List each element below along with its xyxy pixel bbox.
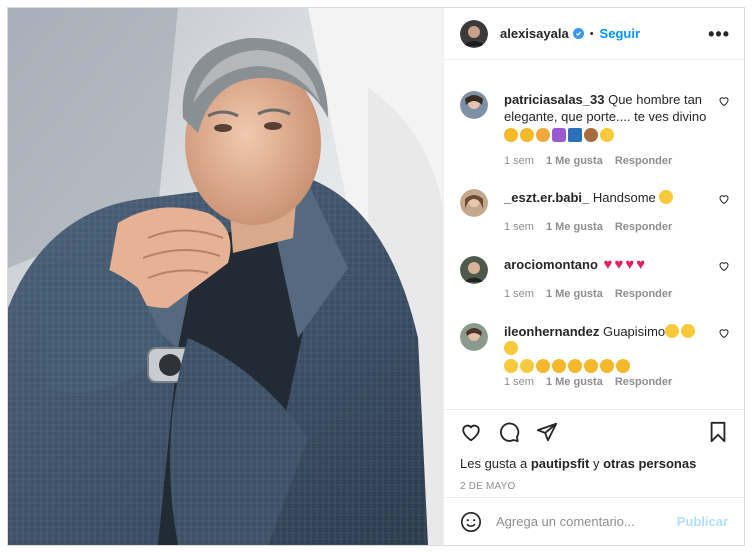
comment-meta: 1 sem 1 Me gusta Responder — [504, 376, 672, 388]
comment-meta: 1 sem 1 Me gusta Responder — [504, 288, 672, 300]
comment-time: 1 sem — [504, 376, 534, 388]
comment-likes[interactable]: 1 Me gusta — [546, 221, 603, 233]
follow-button[interactable]: Seguir — [600, 26, 640, 41]
purple-heart-emoji — [552, 128, 566, 142]
comment-item: _eszt.er.babi_ Handsome 1 sem 1 Me gusta… — [460, 189, 732, 239]
comment-time: 1 sem — [504, 288, 534, 300]
comment-text: _eszt.er.babi_ Handsome — [504, 189, 708, 206]
heart-eyes-emoji — [659, 190, 674, 204]
emoji-icon[interactable] — [460, 511, 482, 533]
flag-emoji — [568, 128, 582, 142]
post-date[interactable]: 2 DE MAYO — [460, 481, 728, 492]
comments-list[interactable]: patriciasalas_33 Que hombre tan elegante… — [444, 61, 744, 408]
like-comment-icon[interactable] — [718, 95, 730, 107]
comment-input[interactable] — [496, 514, 677, 529]
likes-prefix: Les gusta a — [460, 456, 528, 471]
clap-emoji — [504, 128, 518, 142]
comment-likes[interactable]: 1 Me gusta — [546, 376, 603, 388]
clap-emoji — [536, 359, 550, 373]
like-comment-icon[interactable] — [718, 193, 730, 205]
comment-item: arociomontano ♥♥♥♥ 1 sem 1 Me gusta Resp… — [460, 256, 732, 306]
raised-hands-emoji — [536, 128, 550, 142]
comment-item: patriciasalas_33 Que hombre tan elegante… — [460, 91, 732, 171]
comment-emojis — [504, 358, 708, 375]
reply-button[interactable]: Responder — [615, 221, 672, 233]
clap-emoji — [552, 359, 566, 373]
commenter-avatar[interactable] — [460, 323, 488, 351]
comment-meta: 1 sem 1 Me gusta Responder — [504, 155, 672, 167]
heart-icon[interactable] — [460, 421, 482, 443]
comment-username[interactable]: ileonhernandez — [504, 324, 599, 339]
liker-username[interactable]: pautipsfit — [531, 456, 590, 471]
header-separator: • — [589, 27, 594, 40]
clap-emoji — [520, 128, 534, 142]
comment-likes[interactable]: 1 Me gusta — [546, 155, 603, 167]
hushed-emoji — [600, 128, 614, 142]
comment-time: 1 sem — [504, 221, 534, 233]
likes-conjunction: y — [592, 456, 600, 471]
share-icon[interactable] — [536, 421, 558, 443]
clap-emoji — [584, 359, 598, 373]
comment-icon[interactable] — [498, 421, 520, 443]
comment-emojis — [504, 127, 708, 144]
comment-text: arociomontano ♥♥♥♥ — [504, 256, 708, 273]
clap-emoji — [600, 359, 614, 373]
add-comment-bar: Publicar — [444, 497, 744, 545]
comment-likes[interactable]: 1 Me gusta — [546, 288, 603, 300]
clap-emoji — [616, 359, 630, 373]
reply-button[interactable]: Responder — [615, 155, 672, 167]
more-icon[interactable]: ••• — [708, 25, 730, 43]
post-modal: alexisayala • Seguir ••• patriciasalas_3… — [7, 7, 745, 546]
commenter-avatar[interactable] — [460, 256, 488, 284]
red-hearts-emoji: ♥♥♥♥ — [603, 256, 648, 273]
likes-summary: Les gusta a pautipsfit y otras personas — [460, 456, 728, 471]
publish-button[interactable]: Publicar — [677, 514, 728, 529]
comment-time: 1 sem — [504, 155, 534, 167]
commenter-avatar[interactable] — [460, 189, 488, 217]
other-likers-link[interactable]: otras personas — [603, 456, 696, 471]
heart-eyes-emoji — [504, 359, 518, 373]
heart-eyes-emoji — [520, 359, 534, 373]
comment-content: Guapisimo — [602, 324, 666, 339]
like-comment-icon[interactable] — [718, 260, 730, 272]
post-photo[interactable] — [8, 8, 443, 545]
comment-text: ileonhernandez Guapisimo — [504, 323, 708, 375]
comment-content: Handsome — [592, 190, 656, 205]
commenter-avatar[interactable] — [460, 91, 488, 119]
bookmark-icon[interactable] — [708, 421, 728, 443]
heart-eyes-emoji — [665, 324, 680, 338]
like-comment-icon[interactable] — [718, 327, 730, 339]
heart-eyes-emoji — [681, 324, 696, 338]
comment-username[interactable]: arociomontano — [504, 257, 598, 272]
post-actions: Les gusta a pautipsfit y otras personas … — [444, 409, 744, 492]
post-details-panel: alexisayala • Seguir ••• patriciasalas_3… — [443, 8, 744, 545]
action-bar — [460, 410, 728, 454]
heart-eyes-emoji — [504, 341, 518, 355]
comment-meta: 1 sem 1 Me gusta Responder — [504, 221, 672, 233]
clap-emoji — [568, 359, 582, 373]
author-username[interactable]: alexisayala — [500, 26, 569, 41]
comment-username[interactable]: patriciasalas_33 — [504, 92, 604, 107]
comment-username[interactable]: _eszt.er.babi_ — [504, 190, 589, 205]
comment-text: patriciasalas_33 Que hombre tan elegante… — [504, 91, 708, 144]
see-no-evil-emoji — [584, 128, 598, 142]
author-avatar[interactable] — [460, 19, 488, 48]
verified-icon — [572, 28, 584, 39]
reply-button[interactable]: Responder — [615, 376, 672, 388]
post-header: alexisayala • Seguir ••• — [444, 8, 744, 60]
reply-button[interactable]: Responder — [615, 288, 672, 300]
comment-item: ileonhernandez Guapisimo 1 sem 1 Me gust… — [460, 323, 732, 393]
